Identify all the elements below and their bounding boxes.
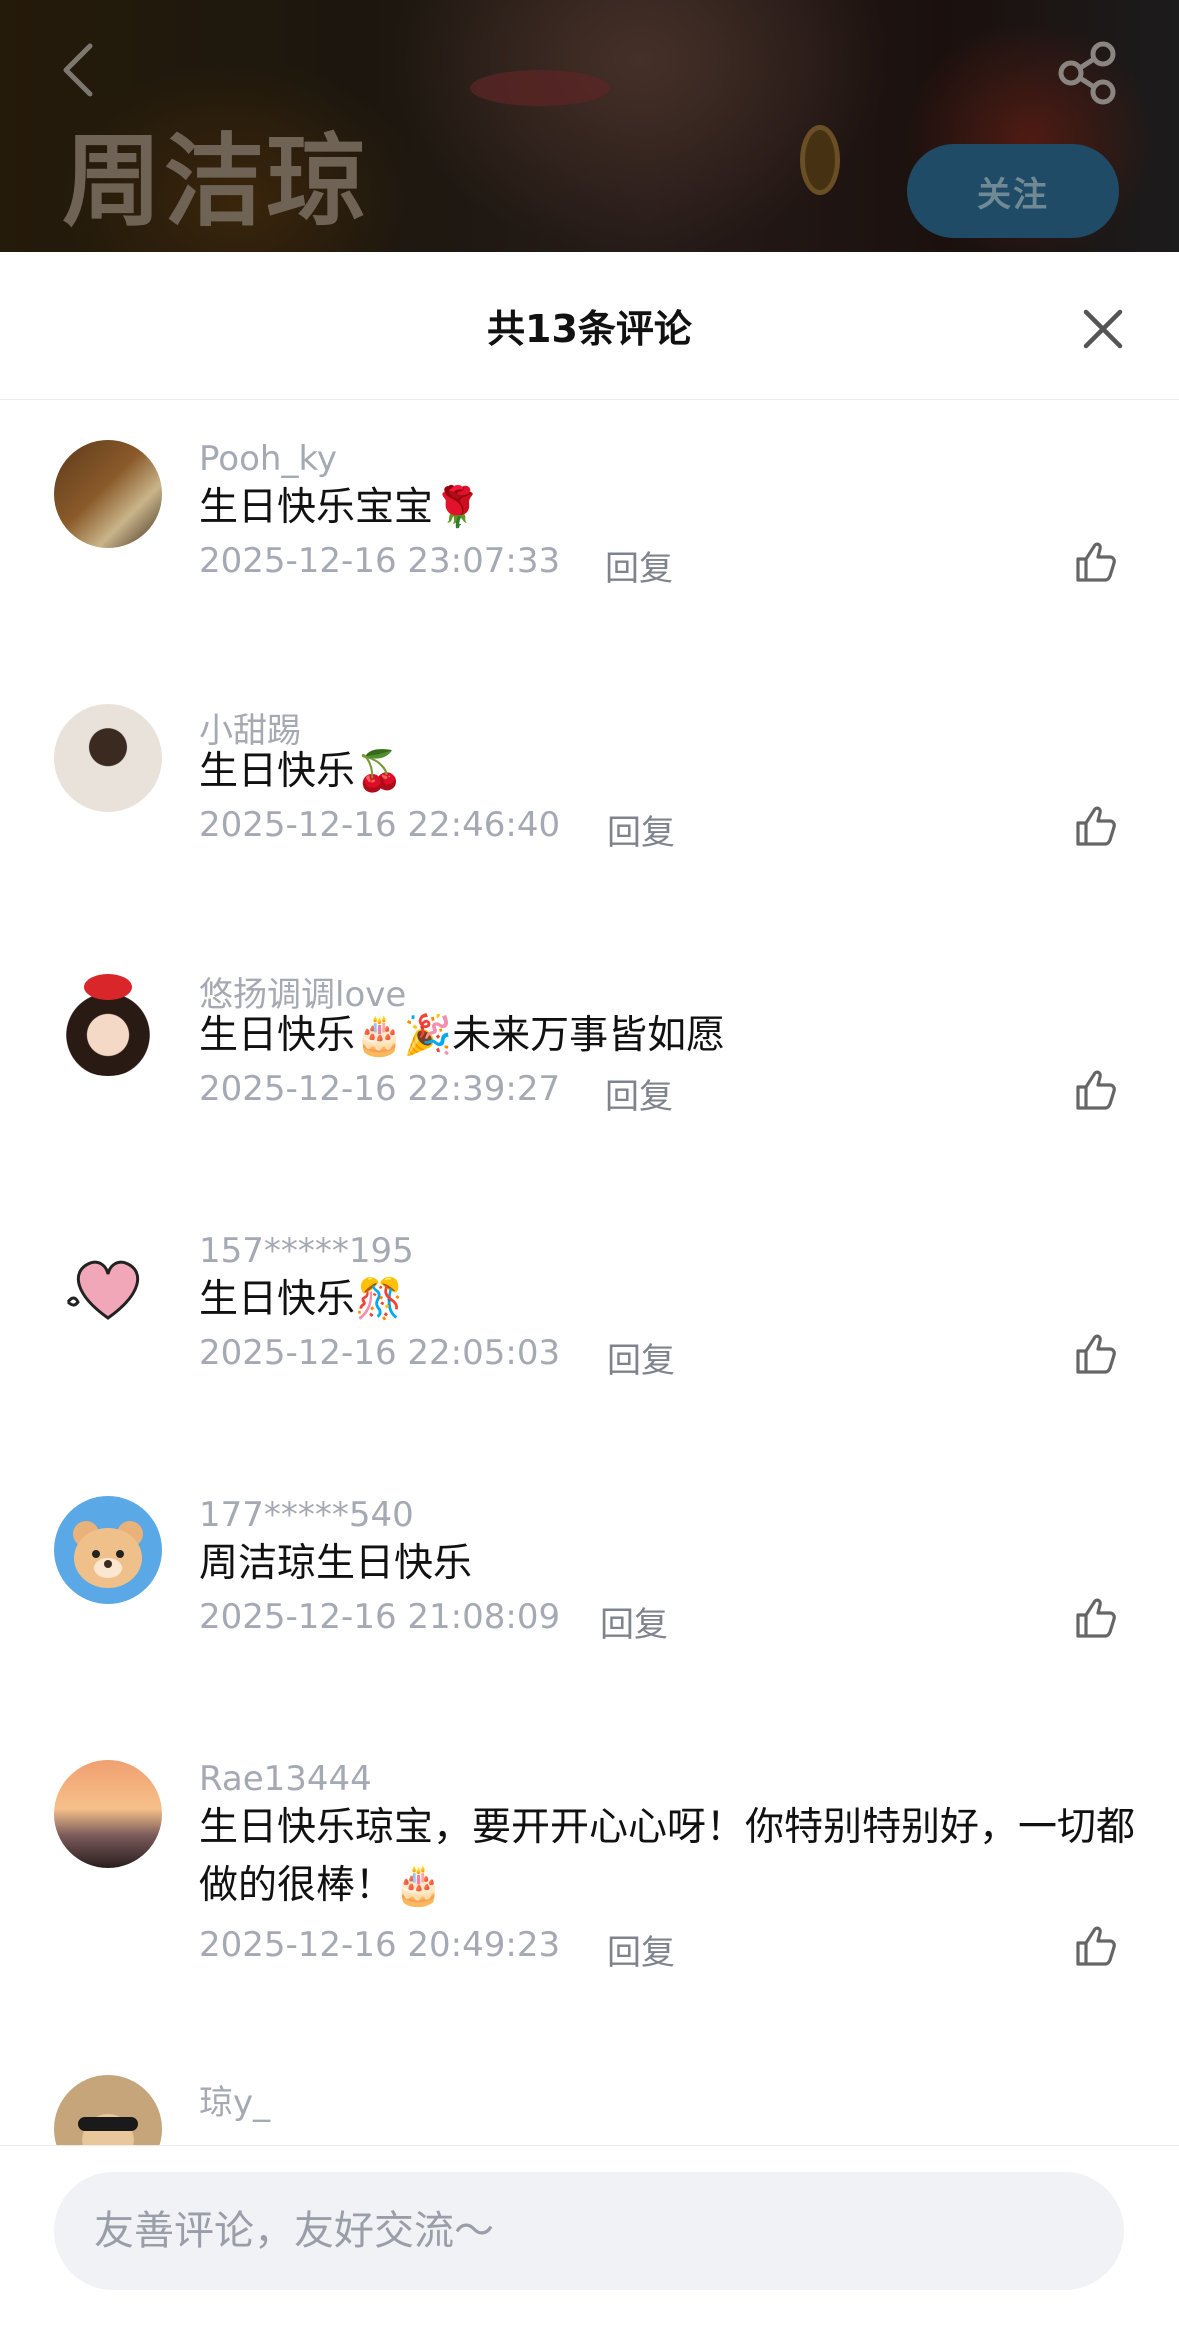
comment-author[interactable]: 157*****195 <box>199 1231 414 1271</box>
profile-header-background: 周洁琼 关注 <box>0 0 1179 252</box>
reply-button[interactable]: 回复 <box>600 1597 668 1646</box>
comment-item: Pooh_ky 生日快乐宝宝🌹 2025-12-16 23:07:33 回复 <box>0 401 1179 665</box>
comments-sheet-header: 共13条评论 <box>0 252 1179 400</box>
comments-count-title: 共13条评论 <box>487 307 692 351</box>
thumbs-up-icon[interactable] <box>1074 1596 1118 1640</box>
comment-item: 小甜踢 生日快乐🍒 2025-12-16 22:46:40 回复 <box>0 665 1179 929</box>
comment-timestamp: 2025-12-16 22:46:40 <box>199 805 561 845</box>
avatar[interactable] <box>54 968 162 1076</box>
comment-item: 157*****195 生日快乐🎊 2025-12-16 22:05:03 回复 <box>0 1193 1179 1457</box>
comment-timestamp: 2025-12-16 22:39:27 <box>199 1069 561 1109</box>
thumbs-up-icon[interactable] <box>1074 804 1118 848</box>
reply-button[interactable]: 回复 <box>607 1333 675 1382</box>
reply-button[interactable]: 回复 <box>607 1925 675 1974</box>
close-icon[interactable] <box>1080 306 1126 352</box>
comment-author[interactable]: 177*****540 <box>199 1495 414 1535</box>
comment-author[interactable]: Rae13444 <box>199 1759 372 1799</box>
share-icon[interactable] <box>1055 40 1121 106</box>
comment-timestamp: 2025-12-16 22:05:03 <box>199 1333 561 1373</box>
comment-text: 生日快乐🎂🎉未来万事皆如愿 <box>199 1013 726 1058</box>
thumbs-up-icon[interactable] <box>1074 1068 1118 1112</box>
bear-icon <box>73 1521 143 1588</box>
comment-list[interactable]: Pooh_ky 生日快乐宝宝🌹 2025-12-16 23:07:33 回复 小… <box>0 401 1179 2145</box>
heart-icon <box>66 1260 140 1320</box>
comment-text: 生日快乐宝宝🌹 <box>199 485 482 530</box>
avatar-sunglasses-detail <box>78 2117 138 2131</box>
comment-author[interactable]: Pooh_ky <box>199 439 337 479</box>
avatar[interactable] <box>54 1232 162 1340</box>
comment-input-bar <box>0 2145 1179 2337</box>
comment-timestamp: 2025-12-16 20:49:23 <box>199 1925 561 1965</box>
thumbs-up-icon[interactable] <box>1074 1332 1118 1376</box>
avatar[interactable] <box>54 440 162 548</box>
reply-button[interactable]: 回复 <box>605 1069 673 1118</box>
avatar[interactable] <box>54 1760 162 1868</box>
comment-text: 生日快乐🍒 <box>199 749 404 794</box>
comment-item: 悠扬调调love 生日快乐🎂🎉未来万事皆如愿 2025-12-16 22:39:… <box>0 929 1179 1193</box>
comment-input[interactable] <box>54 2172 1124 2290</box>
comment-text: 生日快乐🎊 <box>199 1277 404 1322</box>
comment-text: 周洁琼生日快乐 <box>199 1541 473 1586</box>
comment-author[interactable]: 琼y_ <box>199 2075 270 2124</box>
comment-timestamp: 2025-12-16 23:07:33 <box>199 541 561 581</box>
reply-button[interactable]: 回复 <box>607 805 675 854</box>
profile-name: 周洁琼 <box>62 123 368 240</box>
comment-item: Rae13444 生日快乐琼宝，要开开心心呀！你特别特别好，一切都做的很棒！🎂 … <box>0 1721 1179 2051</box>
comment-timestamp: 2025-12-16 21:08:09 <box>199 1597 561 1637</box>
reply-button[interactable]: 回复 <box>605 541 673 590</box>
comment-text: 生日快乐琼宝，要开开心心呀！你特别特别好，一切都做的很棒！🎂 <box>199 1805 1136 1908</box>
avatar[interactable] <box>54 2075 162 2145</box>
avatar[interactable] <box>54 1496 162 1604</box>
avatar[interactable] <box>54 704 162 812</box>
comment-item: 177*****540 周洁琼生日快乐 2025-12-16 21:08:09 … <box>0 1457 1179 1721</box>
thumbs-up-icon[interactable] <box>1074 540 1118 584</box>
avatar-bow-detail <box>84 974 132 1000</box>
follow-button[interactable]: 关注 <box>907 144 1119 238</box>
comments-sheet: 共13条评论 Pooh_ky 生日快乐宝宝🌹 2025-12-16 23:07:… <box>0 252 1179 2337</box>
thumbs-up-icon[interactable] <box>1074 1924 1118 1968</box>
comment-item: 琼y_ <box>0 2051 1179 2145</box>
back-arrow-icon[interactable] <box>58 40 98 100</box>
